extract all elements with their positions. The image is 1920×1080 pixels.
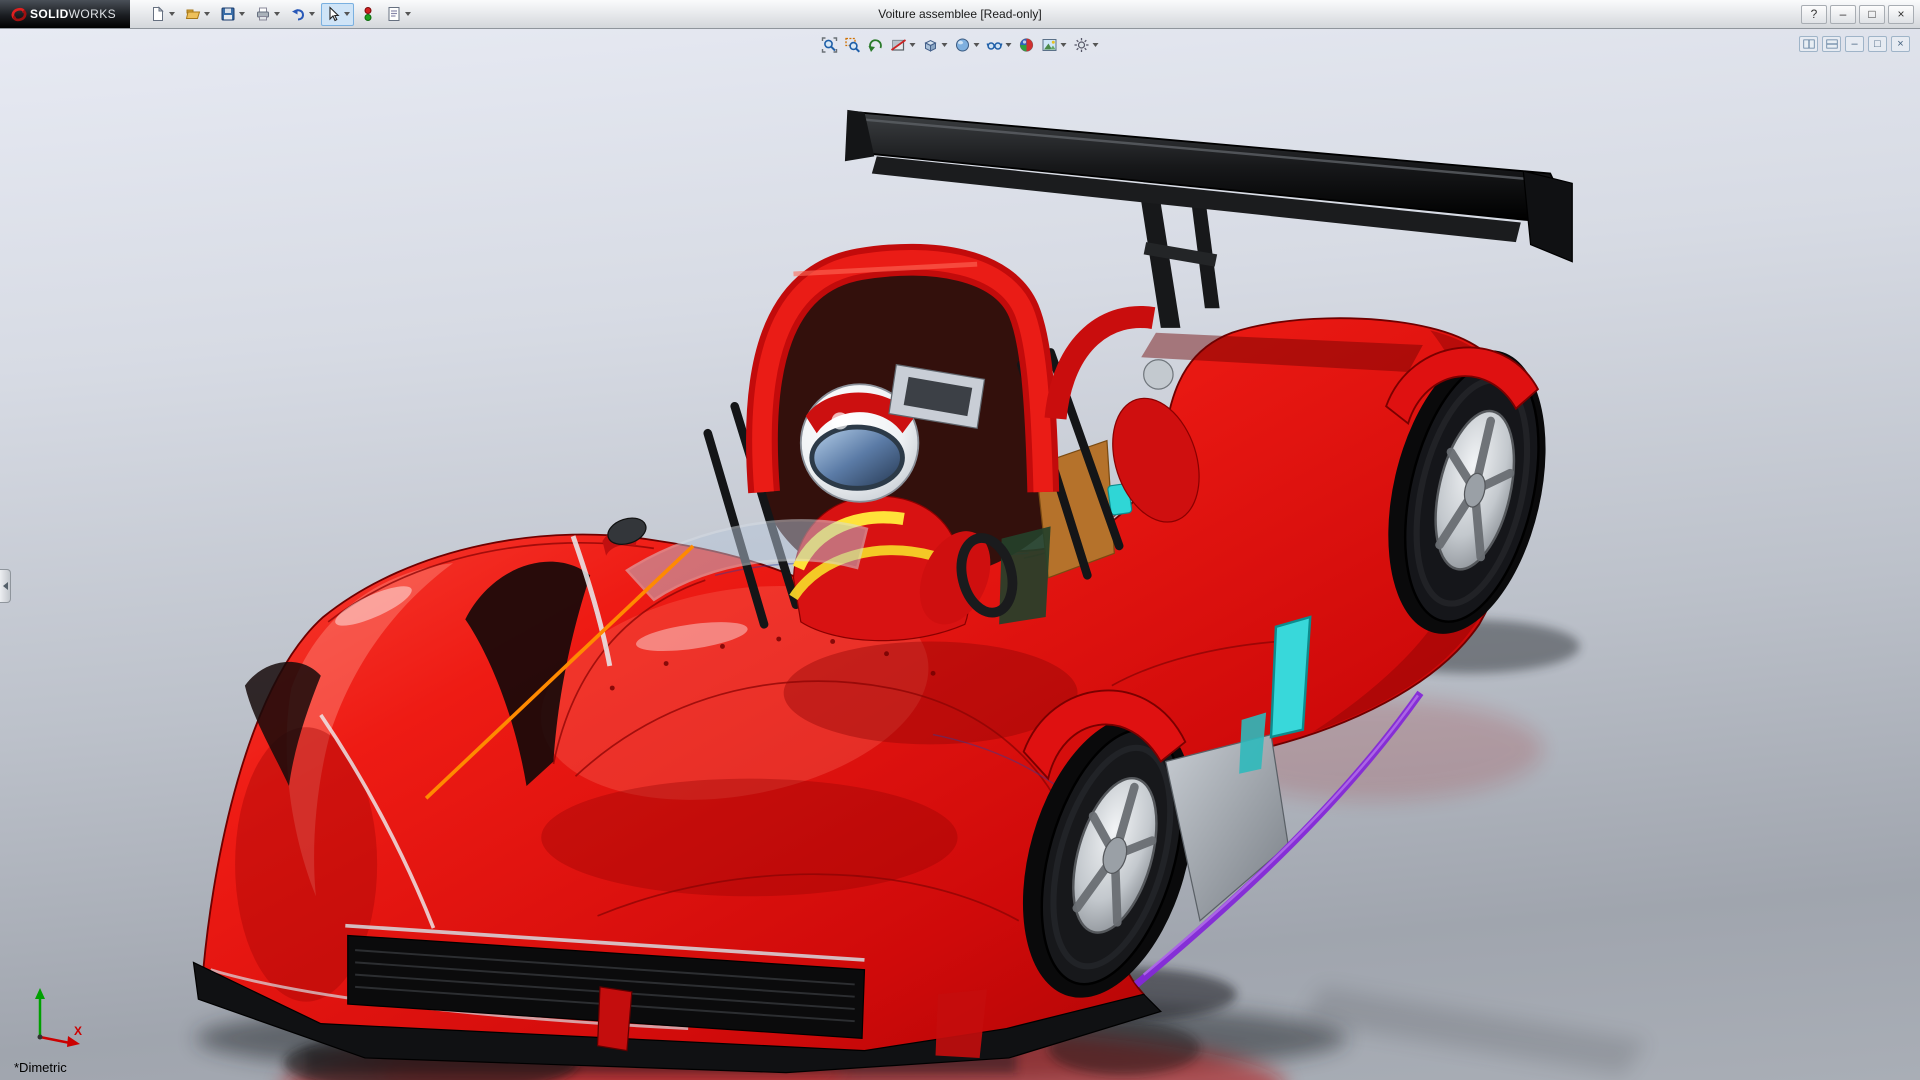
dropdown-arrow-icon[interactable] <box>204 12 210 16</box>
view-settings-button[interactable] <box>1072 34 1101 56</box>
undo-button[interactable] <box>286 3 319 26</box>
zoom-to-fit-icon <box>822 37 838 53</box>
minimize-button[interactable]: – <box>1830 5 1856 24</box>
maximize-button[interactable]: □ <box>1859 5 1885 24</box>
car-model[interactable] <box>193 110 1572 1073</box>
brand-name-light: WORKS <box>69 7 116 21</box>
document-minimize-button[interactable]: – <box>1845 36 1864 52</box>
solidworks-logo-icon <box>8 5 30 23</box>
view-orientation-label: *Dimetric <box>14 1060 67 1075</box>
dropdown-arrow-icon[interactable] <box>344 12 350 16</box>
select-button[interactable] <box>321 3 354 26</box>
save-icon <box>220 6 236 22</box>
helmet-visor <box>812 427 903 488</box>
hide-show-items-icon <box>987 37 1003 53</box>
dropdown-arrow-icon[interactable] <box>309 12 315 16</box>
main-toolbar <box>146 3 415 26</box>
view-settings-icon <box>1074 37 1090 53</box>
section-view-button[interactable] <box>889 34 918 56</box>
document-title: Voiture assemblee [Read-only] <box>878 7 1041 21</box>
document-restore-button[interactable]: □ <box>1868 36 1887 52</box>
dropdown-arrow-icon[interactable] <box>910 43 916 47</box>
new-document-button[interactable] <box>146 3 179 26</box>
undo-icon <box>290 6 306 22</box>
open-document-icon <box>185 6 201 22</box>
dropdown-arrow-icon[interactable] <box>1006 43 1012 47</box>
dropdown-arrow-icon[interactable] <box>1061 43 1067 47</box>
section-view-icon <box>891 37 907 53</box>
solidworks-logo: SOLIDWORKS <box>0 0 130 28</box>
dropdown-arrow-icon[interactable] <box>942 43 948 47</box>
select-cursor-icon <box>325 6 341 22</box>
edit-appearance-button[interactable] <box>1017 34 1037 56</box>
chevron-left-icon <box>3 582 8 590</box>
previous-view-icon <box>868 37 884 53</box>
feature-manager-pane-toggle[interactable] <box>0 569 11 603</box>
save-button[interactable] <box>216 3 249 26</box>
apply-scene-icon <box>1042 37 1058 53</box>
titlebar: SOLIDWORKS <box>0 0 1920 29</box>
y-axis-arrow-icon <box>35 988 45 999</box>
close-button[interactable]: × <box>1888 5 1914 24</box>
solidworks-window: SOLIDWORKS <box>0 0 1920 1080</box>
split-pane-vertical-button[interactable] <box>1799 36 1818 52</box>
x-axis-label: X <box>74 1024 82 1038</box>
document-close-button[interactable]: × <box>1891 36 1910 52</box>
zoom-to-fit-button[interactable] <box>820 34 840 56</box>
brand-name-bold: SOLID <box>30 7 69 21</box>
new-document-icon <box>150 6 166 22</box>
split-pane-horizontal-button[interactable] <box>1822 36 1841 52</box>
hide-show-items-button[interactable] <box>985 34 1014 56</box>
apply-scene-button[interactable] <box>1040 34 1069 56</box>
document-window-controls: – □ × <box>1799 36 1910 52</box>
rebuild-icon <box>360 6 376 22</box>
previous-view-button[interactable] <box>866 34 886 56</box>
split-pane-vertical-icon <box>1803 39 1815 49</box>
dropdown-arrow-icon[interactable] <box>274 12 280 16</box>
dropdown-arrow-icon[interactable] <box>239 12 245 16</box>
rebuild-button[interactable] <box>356 3 380 26</box>
view-orientation-icon <box>923 37 939 53</box>
reference-triad: X <box>24 983 88 1054</box>
open-document-button[interactable] <box>181 3 214 26</box>
print-button[interactable] <box>251 3 284 26</box>
graphics-viewport[interactable]: – □ × X *Dimetric <box>0 29 1920 1080</box>
split-pane-horizontal-icon <box>1826 39 1838 49</box>
heads-up-view-toolbar <box>820 34 1101 56</box>
dropdown-arrow-icon[interactable] <box>169 12 175 16</box>
view-orientation-button[interactable] <box>921 34 950 56</box>
display-style-icon <box>955 37 971 53</box>
file-properties-icon <box>386 6 402 22</box>
zoom-to-area-button[interactable] <box>843 34 863 56</box>
file-properties-button[interactable] <box>382 3 415 26</box>
dropdown-arrow-icon[interactable] <box>405 12 411 16</box>
dropdown-arrow-icon[interactable] <box>1093 43 1099 47</box>
edit-appearance-icon <box>1019 37 1035 53</box>
3d-scene[interactable] <box>0 29 1920 1080</box>
print-icon <box>255 6 271 22</box>
zoom-to-area-icon <box>845 37 861 53</box>
help-button[interactable]: ? <box>1801 5 1827 24</box>
display-style-button[interactable] <box>953 34 982 56</box>
dropdown-arrow-icon[interactable] <box>974 43 980 47</box>
window-controls: ? – □ × <box>1801 5 1920 24</box>
